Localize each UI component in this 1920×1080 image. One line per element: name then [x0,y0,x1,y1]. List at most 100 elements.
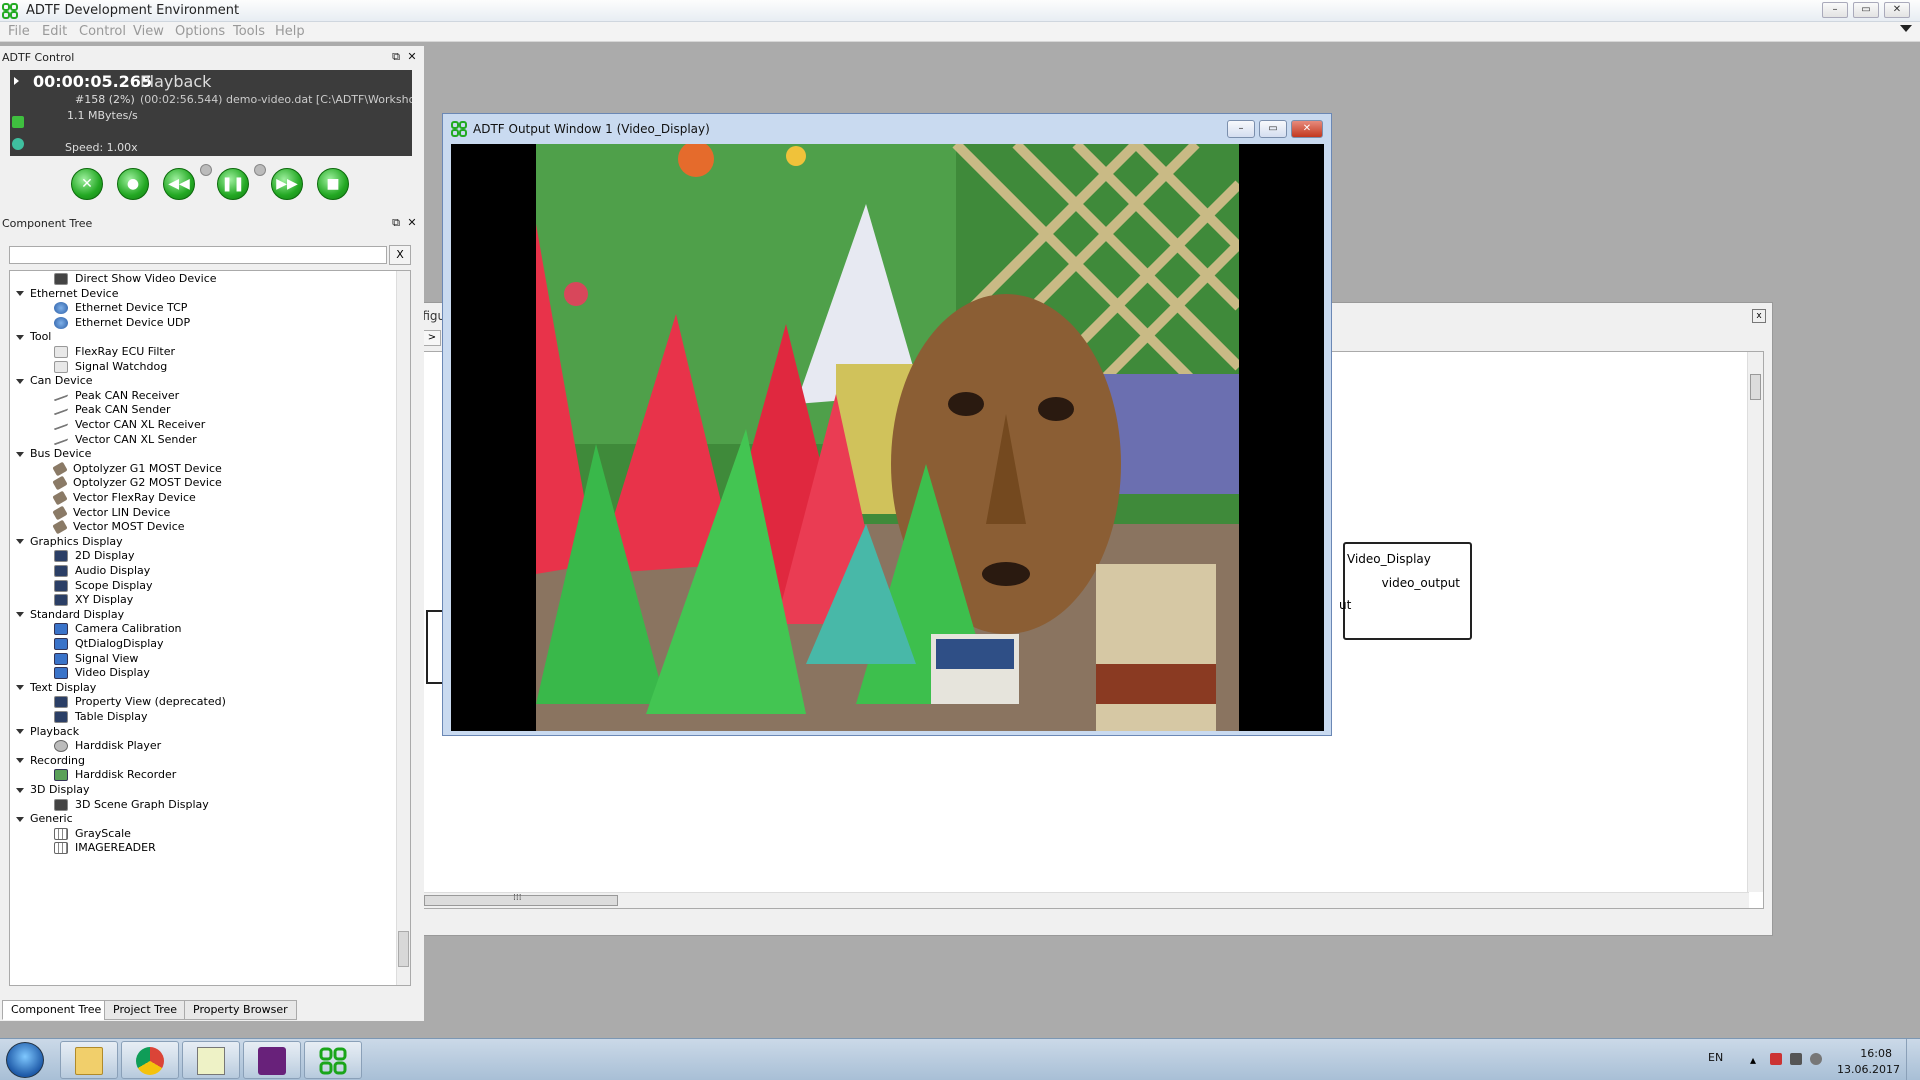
window-icon [54,652,68,665]
float-icon[interactable]: ⧉ [390,51,402,63]
tab-property-browser[interactable]: Property Browser [184,1000,297,1020]
clock-date[interactable]: 13.06.2017 [1837,1063,1900,1076]
volume-icon[interactable] [1810,1053,1822,1065]
video-display-area [451,144,1324,731]
video-display-filter-block[interactable]: Video_Display video_output ut [1339,542,1472,640]
record-button[interactable]: ● [117,168,149,200]
stop-button[interactable]: ■ [317,168,349,200]
close-button[interactable]: ✕ [1884,2,1910,18]
tree-category[interactable]: Tool [16,328,51,345]
taskbar: EN ▴ 16:08 13.06.2017 [0,1038,1920,1080]
maximize-button[interactable]: ▭ [1259,120,1287,138]
chevron-down-icon[interactable] [1900,25,1912,32]
restore-button[interactable]: ▭ [1853,2,1879,18]
menu-tools[interactable]: Tools [233,24,265,39]
tree-item-label: Recording [30,753,86,767]
start-button[interactable] [6,1042,44,1078]
menu-options[interactable]: Options [175,24,225,39]
data-rate: 1.1 MBytes/s [67,109,138,122]
float-icon[interactable]: ⧉ [390,217,402,229]
expand-arrow-icon[interactable] [16,451,24,457]
nav-forward-button[interactable]: > [423,330,441,346]
menu-control[interactable]: Control [79,24,126,39]
expand-arrow-icon[interactable] [16,729,24,735]
tab-project-tree[interactable]: Project Tree [104,1000,187,1020]
clock-time[interactable]: 16:08 [1860,1047,1892,1060]
visual-studio-icon [258,1047,286,1075]
vertical-scrollbar[interactable] [1747,352,1763,892]
step-forward-icon[interactable] [254,164,266,176]
component-tree[interactable]: Direct Show Video Device Ethernet Device E… [9,270,411,986]
scroll-thumb[interactable] [398,931,409,967]
expand-arrow-icon[interactable] [16,539,24,545]
pause-button[interactable]: ❚❚ [217,168,249,200]
playback-speed: Speed: 1.00x [65,141,138,154]
menu-edit[interactable]: Edit [42,24,67,39]
tree-item-label: FlexRay ECU Filter [75,345,176,358]
minimize-button[interactable]: – [1227,120,1255,138]
horizontal-scrollbar[interactable]: ⁞⁞⁞ [400,892,1749,908]
input-pin-label[interactable]: ut [1339,598,1351,612]
tree-item-label: Camera Calibration [75,622,182,636]
show-desktop-button[interactable] [1906,1039,1920,1080]
tree-scrollbar[interactable] [396,271,410,985]
expand-arrow-icon[interactable] [16,787,24,793]
expand-arrow-icon[interactable] [16,685,24,691]
scroll-thumb[interactable]: ⁞⁞⁞ [424,893,618,906]
flag-icon[interactable] [1770,1053,1782,1065]
component-filter-input[interactable] [9,246,387,264]
minimize-button[interactable]: – [1822,2,1848,18]
tree-item-label: Harddisk Recorder [75,768,177,782]
expand-arrow-icon[interactable] [16,816,24,822]
config-close-button[interactable]: x [1752,309,1766,323]
expand-arrow-icon[interactable] [16,291,24,297]
tree-item-label: XY Display [75,593,134,607]
close-icon[interactable]: ✕ [406,217,418,229]
menu-view[interactable]: View [133,24,164,39]
notepad-button[interactable] [182,1041,240,1079]
fast-forward-button[interactable]: ▶▶ [271,168,303,200]
close-button[interactable]: ✕ [1291,120,1323,138]
visual-studio-button[interactable] [243,1041,301,1079]
tree-item[interactable]: Ethernet Device UDP [54,314,190,331]
playback-time: 00:00:05.265 [33,72,153,91]
folder-icon [75,1047,103,1075]
expand-arrow-icon[interactable] [16,378,24,384]
tree-item-label: Ethernet Device TCP [75,301,188,315]
step-back-icon[interactable] [200,164,212,176]
adtf-logo-icon [451,121,467,137]
tree-item[interactable]: IMAGEREADER [54,839,156,856]
close-icon[interactable]: ✕ [406,51,418,63]
network-icon[interactable] [1790,1053,1802,1065]
menu-file[interactable]: File [8,24,30,39]
tab-component-tree[interactable]: Component Tree [2,1000,111,1020]
tree-item-label: Vector CAN XL Sender [75,432,197,446]
tree-item-label: 3D Display [30,783,90,796]
adtf-taskbar-button[interactable] [304,1041,362,1079]
tree-item-label: Signal View [75,651,139,665]
tree-item-label: Can Device [30,374,93,388]
tree-item[interactable]: 3D Scene Graph Display [54,796,209,813]
menu-help[interactable]: Help [275,24,305,39]
chevron-up-icon[interactable]: ▴ [1750,1053,1762,1067]
tree-item-label: QtDialogDisplay [75,637,164,650]
expand-arrow-icon[interactable] [16,758,24,764]
language-indicator[interactable]: EN [1708,1051,1723,1064]
expand-arrow-icon[interactable] [16,334,24,340]
file-explorer-button[interactable] [60,1041,118,1079]
stop-all-button[interactable]: ✕ [71,168,103,200]
dock-tabs: Component Tree Project Tree Property Bro… [0,1000,424,1022]
rewind-button[interactable]: ◀◀ [163,168,195,200]
scroll-thumb[interactable] [1750,374,1761,400]
status-icon [12,138,24,150]
expand-arrow-icon[interactable] [16,612,24,618]
tree-item-label: Ethernet Device UDP [75,315,191,329]
output-pin-label[interactable]: video_output [1382,576,1460,590]
chrome-button[interactable] [121,1041,179,1079]
clear-filter-button[interactable]: X [389,245,411,265]
can-icon [54,419,68,431]
tree-item-label: Graphics Display [30,534,123,548]
notepad-icon [197,1047,225,1075]
left-dock: ADTF Control ⧉ ✕ 00:00:05.265 Playback #… [0,46,424,1021]
monitor-icon [54,711,68,723]
